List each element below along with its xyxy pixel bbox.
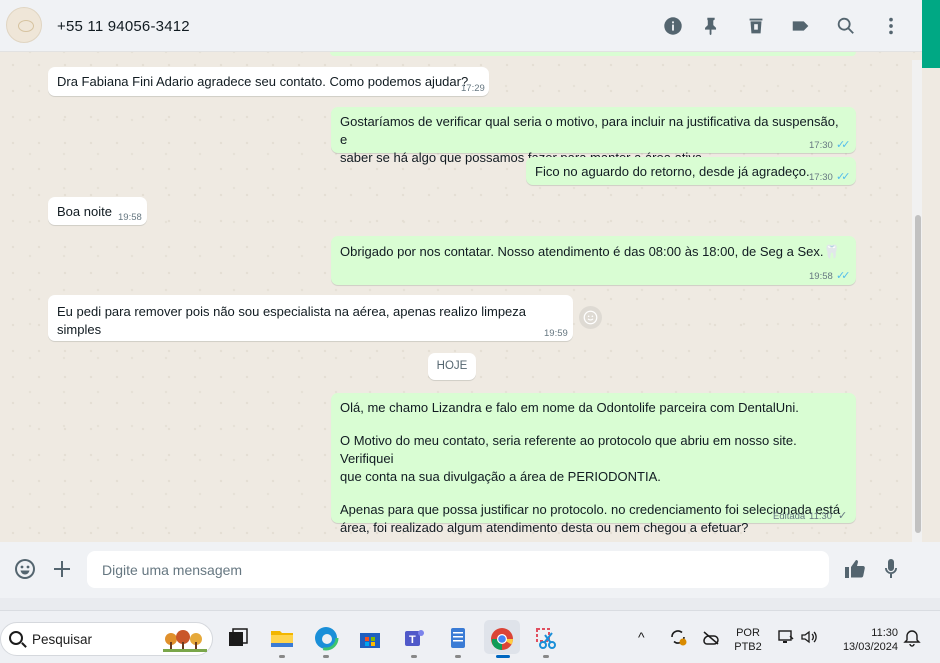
network-offline-icon[interactable]: [701, 628, 721, 652]
message-paragraph-line: que conta na sua divulgação a área de PE…: [340, 469, 661, 484]
message-time: 17:29: [461, 83, 485, 94]
thumbs-up-icon[interactable]: [843, 557, 867, 581]
message-outgoing[interactable]: Gostaríamos de verificar qual seria o mo…: [331, 107, 856, 165]
chat-scrollbar-thumb[interactable]: [915, 215, 921, 533]
language-code: POR: [736, 627, 760, 639]
file-explorer-icon[interactable]: [268, 624, 296, 652]
message-text: Fico no aguardo do retorno, desde já agr…: [535, 164, 810, 179]
react-emoji-icon[interactable]: [579, 306, 602, 329]
search-icon[interactable]: [835, 15, 857, 37]
chrome-icon[interactable]: [488, 625, 516, 653]
message-outgoing[interactable]: Obrigado por nos contatar. Nosso atendim…: [331, 236, 856, 285]
info-icon[interactable]: [662, 15, 684, 37]
message-text: Obrigado por nos contatar. Nosso atendim…: [340, 244, 840, 259]
language-indicator[interactable]: POR PTB2: [733, 626, 763, 654]
message-text: Eu pedi para remover pois não sou especi…: [57, 304, 527, 337]
message-text: Dra Fabiana Fini Adario agradece seu con…: [57, 74, 469, 89]
window-bottom-gap: [0, 598, 940, 610]
running-indicator: [411, 655, 417, 658]
keyboard-layout: PTB2: [734, 641, 762, 653]
message-time: 17:30: [809, 172, 833, 183]
search-highlight-icon: [163, 630, 207, 652]
running-indicator: [279, 655, 285, 658]
svg-text:T: T: [409, 634, 416, 646]
menu-icon[interactable]: [880, 15, 902, 37]
clock-date: 13/03/2024: [842, 641, 898, 653]
running-indicator: [455, 655, 461, 658]
message-outgoing[interactable]: Olá, me chamo Lizandra e falo em nome da…: [331, 393, 856, 535]
message-paragraph-line: Apenas para que possa justificar no prot…: [340, 502, 841, 517]
composer-edge: [922, 542, 940, 598]
message-outgoing[interactable]: Fico no aguardo do retorno, desde já agr…: [526, 157, 856, 185]
microphone-icon[interactable]: [879, 557, 903, 581]
read-ticks-icon: ✓✓: [836, 270, 851, 282]
emoji-icon[interactable]: [13, 557, 37, 581]
speaker-icon[interactable]: [800, 628, 818, 650]
taskbar-search[interactable]: Pesquisar: [0, 622, 213, 656]
date-divider: HOJE: [428, 353, 476, 380]
read-ticks-icon: ✓✓: [836, 139, 851, 151]
edited-label: Editada: [773, 511, 806, 522]
attach-plus-icon[interactable]: [50, 557, 74, 581]
clock[interactable]: 11:30 13/03/2024: [834, 626, 898, 654]
message-time: 19:58: [809, 271, 833, 282]
archive-trash-icon[interactable]: [745, 15, 767, 37]
contact-name[interactable]: +55 11 94056-3412: [57, 18, 190, 35]
message-text: Boa noite: [57, 204, 112, 219]
chat-header: +55 11 94056-3412: [0, 0, 922, 52]
microsoft-store-icon[interactable]: [356, 624, 384, 652]
message-incoming[interactable]: Eu pedi para remover pois não sou especi…: [48, 295, 573, 341]
running-indicator: [323, 655, 329, 658]
message-time: 17:30: [809, 140, 833, 151]
clock-time: 11:30: [871, 627, 898, 639]
read-ticks-icon: ✓✓: [836, 171, 851, 183]
message-incoming[interactable]: Dra Fabiana Fini Adario agradece seu con…: [48, 67, 489, 96]
running-indicator: [543, 655, 549, 658]
sync-status-icon[interactable]: [668, 627, 688, 651]
display-icon[interactable]: [777, 628, 795, 650]
contact-avatar[interactable]: [6, 7, 42, 43]
message-time: 11:30: [809, 511, 833, 522]
previous-message-edge: [330, 52, 856, 56]
message-paragraph: Olá, me chamo Lizandra e falo em nome da…: [340, 400, 799, 415]
task-view-icon[interactable]: [224, 624, 252, 652]
notepad-icon[interactable]: [444, 624, 472, 652]
label-icon[interactable]: [790, 15, 812, 37]
notification-bell-icon[interactable]: [903, 629, 921, 651]
active-indicator: [496, 655, 510, 658]
window-accent-bar: [922, 0, 940, 68]
message-text-line: Gostaríamos de verificar qual seria o mo…: [340, 114, 839, 147]
teams-icon[interactable]: T: [400, 624, 428, 652]
taskbar-search-label: Pesquisar: [32, 632, 93, 647]
message-paragraph-line: O Motivo do meu contato, seria referente…: [340, 433, 797, 466]
message-paragraph-line: área, foi realizado algum atendimento de…: [340, 520, 749, 535]
pin-icon[interactable]: [700, 15, 722, 37]
message-time: 19:58: [118, 212, 142, 223]
message-input[interactable]: Digite uma mensagem: [87, 551, 829, 588]
message-time: 19:59: [544, 328, 568, 339]
message-input-placeholder: Digite uma mensagem: [102, 562, 243, 578]
show-hidden-icons-chevron-icon[interactable]: ^: [638, 630, 645, 644]
sent-tick-icon: ✓: [838, 510, 847, 522]
snipping-tool-icon[interactable]: [532, 624, 560, 652]
search-magnifier-icon: [9, 631, 23, 645]
edge-browser-icon[interactable]: [312, 624, 340, 652]
